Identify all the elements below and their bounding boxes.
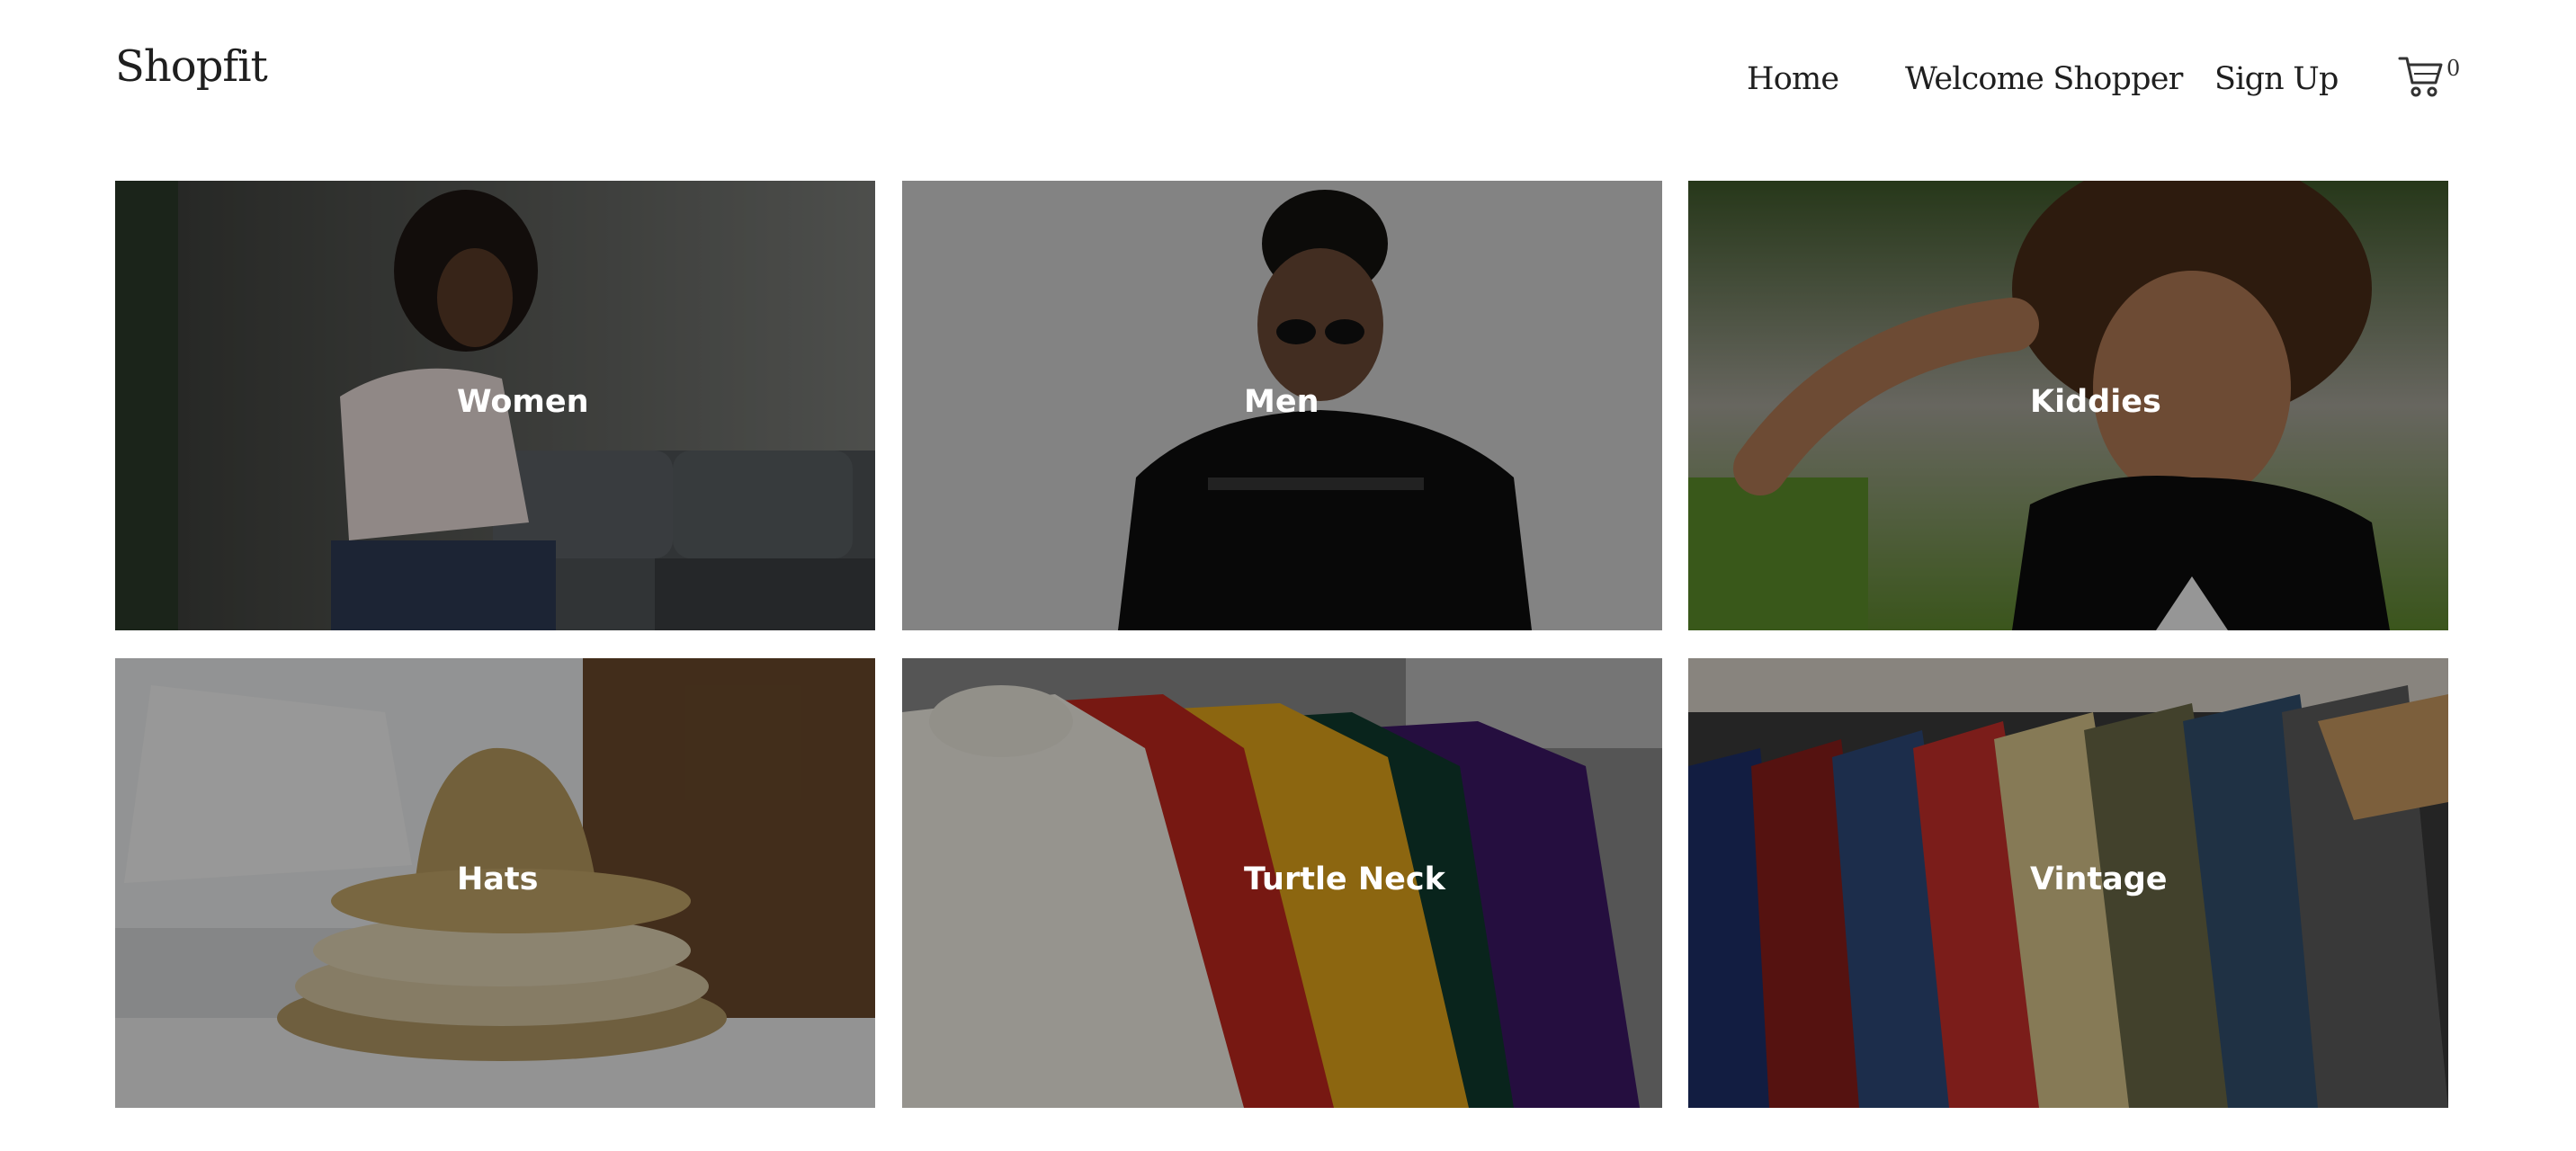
nav-signup-link[interactable]: Sign Up [2214,61,2339,97]
category-tile-women[interactable]: Women [115,181,875,630]
category-label-kiddies: Kiddies [2030,384,2161,420]
category-label-men: Men [1244,384,1319,420]
site-header: Shopfit Home Welcome Shopper Sign Up 0 [0,0,2576,171]
category-tile-turtle-neck[interactable]: Turtle Neck [902,658,1662,1108]
cart-button[interactable]: 0 [2398,52,2470,106]
category-label-hats: Hats [457,861,539,897]
category-tile-hats[interactable]: Hats [115,658,875,1108]
cart-icon [2398,57,2443,97]
category-tile-men[interactable]: Men [902,181,1662,630]
category-tile-vintage[interactable]: Vintage [1688,658,2448,1108]
category-label-vintage: Vintage [2030,861,2168,897]
category-label-women: Women [457,384,589,420]
logo[interactable]: Shopfit [115,41,268,92]
cart-count: 0 [2446,56,2461,81]
nav-welcome-link[interactable]: Welcome Shopper [1905,61,2183,97]
category-label-turtle-neck: Turtle Neck [1244,861,1445,897]
nav-home-link[interactable]: Home [1747,61,1839,97]
category-tile-kiddies[interactable]: Kiddies [1688,181,2448,630]
